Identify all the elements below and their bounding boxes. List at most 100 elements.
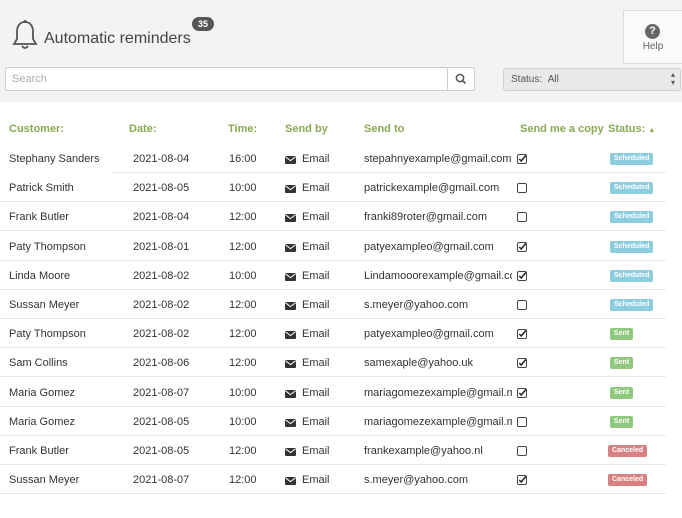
checkbox-unchecked-icon[interactable] [517,446,527,456]
status-badge: Scheduled [610,269,654,282]
customer-cell: Sussan Meyer [9,299,80,311]
checkbox-unchecked-icon[interactable] [517,416,527,427]
date-cell: 2021-08-05 [133,182,190,195]
column-header-send-by[interactable]: Send by [285,123,328,135]
table-row[interactable]: Linda Moore 2021-08-02 10:00 Email Lindamooo… [0,261,666,290]
send-to-cell: samexaple@yahoo.uk [364,357,474,370]
table-row[interactable]: Frank Butler 2021-08-04 12:00 Email franki89… [0,202,666,232]
column-header-send-copy[interactable]: Send me a copy [520,123,604,135]
checkbox-checked-icon[interactable] [517,270,527,281]
table-row[interactable]: Frank Butler 2021-08-05 12:00 Email frankexa… [0,436,666,465]
send-to-cell: stepahnyexample@gmail.com [364,153,512,165]
column-header-date[interactable]: Date: [129,123,157,135]
table-row[interactable]: Maria Gomez 2021-08-05 10:00 Email mariagome… [0,407,666,436]
status-badge: Sent [610,357,634,370]
checkbox-checked-icon[interactable] [517,241,527,252]
send-by-cell: Email [302,211,330,224]
table-row[interactable]: Sussan Meyer 2021-08-02 12:00 Email s.meyer@… [0,290,666,319]
customer-cell: Linda Moore [9,269,71,282]
help-label: Help [642,41,664,52]
customer-cell: Frank Butler [9,445,69,457]
customer-cell: Paty Thompson [9,328,86,341]
time-cell: 10:00 [229,415,257,428]
envelope-icon [285,360,296,369]
send-to-cell: franki89roter@gmail.com [364,211,488,224]
checkbox-unchecked-icon[interactable] [517,212,527,223]
time-cell: 12:00 [229,357,257,370]
envelope-icon [285,272,296,281]
status-badge: Sent [610,386,634,399]
envelope-icon [285,448,296,456]
time-cell: 12:00 [229,240,257,253]
envelope-icon [285,331,296,340]
date-cell: 2021-08-02 [133,269,190,282]
help-circle-icon: ? [645,24,660,39]
date-cell: 2021-08-02 [133,299,190,311]
send-by-cell: Email [302,299,330,311]
date-cell: 2021-08-04 [133,211,190,224]
status-badge: Canceled [608,474,648,487]
date-cell: 2021-08-05 [133,445,190,457]
select-arrows-icon: ▴ ▾ [670,70,675,87]
customer-cell: Sussan Meyer [9,474,80,487]
top-bar: Automatic reminders 35 ? Help Status: Al… [0,0,682,100]
time-cell: 12:00 [229,299,257,311]
send-by-cell: Email [302,240,330,253]
checkbox-checked-icon[interactable] [517,329,527,340]
search-button[interactable] [447,68,474,90]
checkbox-checked-icon[interactable] [517,358,527,369]
search-icon [455,73,467,85]
date-cell: 2021-08-06 [133,357,190,370]
send-by-cell: Email [302,415,330,428]
customer-cell: Stephany Sanders [9,153,100,165]
bell-icon [12,20,38,49]
envelope-icon [285,214,296,223]
table-row[interactable]: Sam Collins 2021-08-06 12:00 Email samexaple… [0,348,666,378]
status-badge: Canceled [608,445,648,457]
checkbox-checked-icon[interactable] [517,387,527,398]
time-cell: 16:00 [229,153,257,165]
envelope-icon [285,302,296,310]
column-header-customer[interactable]: Customer: [9,123,64,135]
send-to-cell: patyexampleo@gmail.com [364,328,494,341]
checkbox-unchecked-icon[interactable] [517,183,527,194]
envelope-icon [285,156,296,164]
column-header-send-to[interactable]: Send to [364,123,404,135]
envelope-icon [285,243,296,252]
status-filter-value: All [547,74,559,85]
customer-cell: Maria Gomez [9,386,76,399]
send-by-cell: Email [302,269,330,282]
table-row[interactable]: Paty Thompson 2021-08-01 12:00 Email patyexa… [0,232,666,261]
send-by-cell: Email [302,328,330,341]
date-cell: 2021-08-07 [133,474,190,487]
table-row[interactable]: Sussan Meyer 2021-08-07 12:00 Email s.meyer@… [0,465,666,495]
send-to-cell: mariagomezexample@gmail.mx [364,415,512,428]
help-button[interactable]: ? Help [623,10,682,64]
status-badge: Scheduled [610,299,654,311]
time-cell: 12:00 [229,474,257,487]
column-header-time[interactable]: Time: [228,123,257,135]
customer-cell: Patrick Smith [9,182,74,195]
status-badge: Sent [610,328,634,341]
time-cell: 12:00 [229,328,257,341]
checkbox-unchecked-icon[interactable] [517,300,527,310]
column-header-status[interactable]: Status: ▲ [608,123,655,135]
status-badge: Scheduled [610,182,654,195]
sort-ascending-icon: ▲ [648,127,656,134]
customer-cell: Paty Thompson [9,240,86,253]
table-row[interactable]: Stephany Sanders 2021-08-04 16:00 Email step… [0,144,666,173]
checkbox-checked-icon[interactable] [517,154,527,164]
column-header-status-label: Status: [608,123,646,135]
checkbox-checked-icon[interactable] [517,475,527,486]
time-cell: 10:00 [229,182,257,195]
table-row[interactable]: Paty Thompson 2021-08-02 12:00 Email patyexa… [0,319,666,349]
send-by-cell: Email [302,386,330,399]
search-input[interactable] [6,68,458,90]
table-row[interactable]: Maria Gomez 2021-08-07 10:00 Email mariagome… [0,378,666,407]
send-by-cell: Email [302,357,330,370]
table-row[interactable]: Patrick Smith 2021-08-05 10:00 Email patrick… [0,173,666,203]
date-cell: 2021-08-01 [133,240,190,253]
send-to-cell: Lindamooorexample@gmail.com [364,269,512,282]
date-cell: 2021-08-07 [133,386,190,399]
status-filter-select[interactable]: Status: All ▴ ▾ [503,68,681,91]
